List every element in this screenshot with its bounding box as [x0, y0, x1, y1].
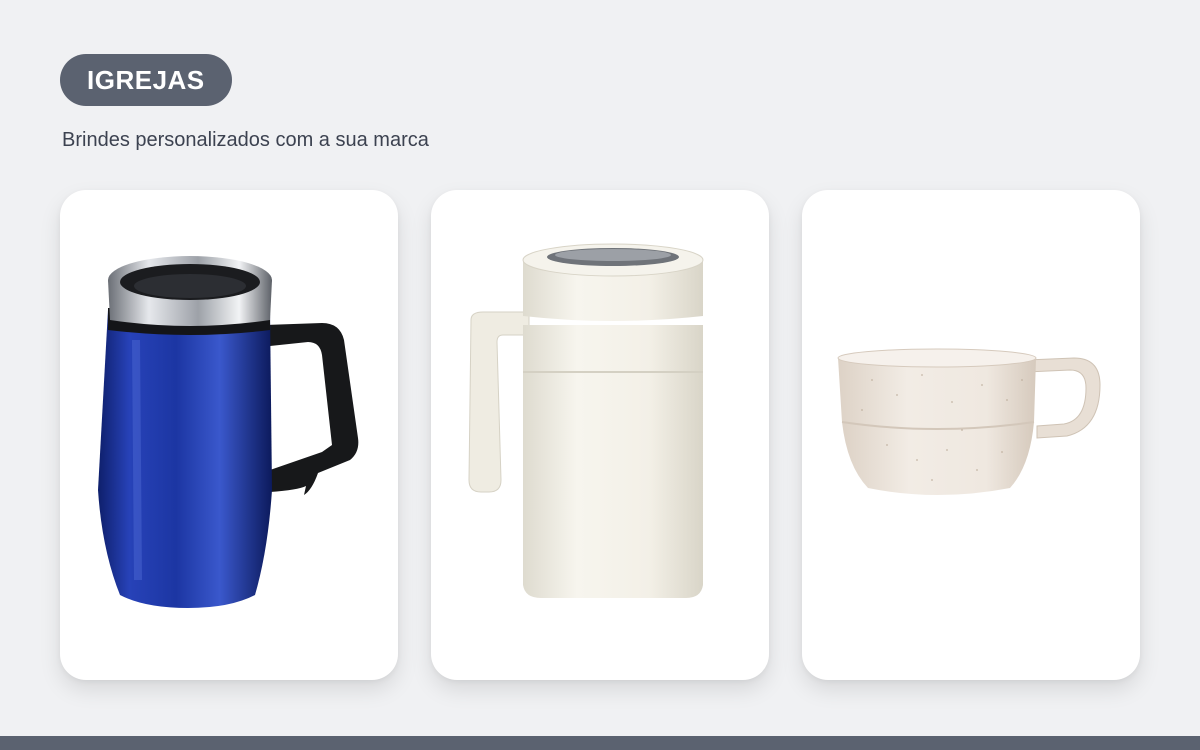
page: IGREJAS Brindes personalizados com a sua… — [0, 0, 1200, 750]
blue-travel-mug-image — [98, 256, 359, 608]
category-badge[interactable]: IGREJAS — [60, 54, 232, 106]
product-card-1[interactable] — [60, 190, 398, 680]
cream-thermal-mug-image — [468, 243, 704, 598]
product-card-3[interactable] — [802, 190, 1140, 680]
product-card-2[interactable] — [431, 190, 769, 680]
page-subtitle: Brindes personalizados com a sua marca — [62, 129, 429, 151]
speckled-cup-image — [837, 348, 1101, 495]
footer-bar — [0, 736, 1200, 750]
